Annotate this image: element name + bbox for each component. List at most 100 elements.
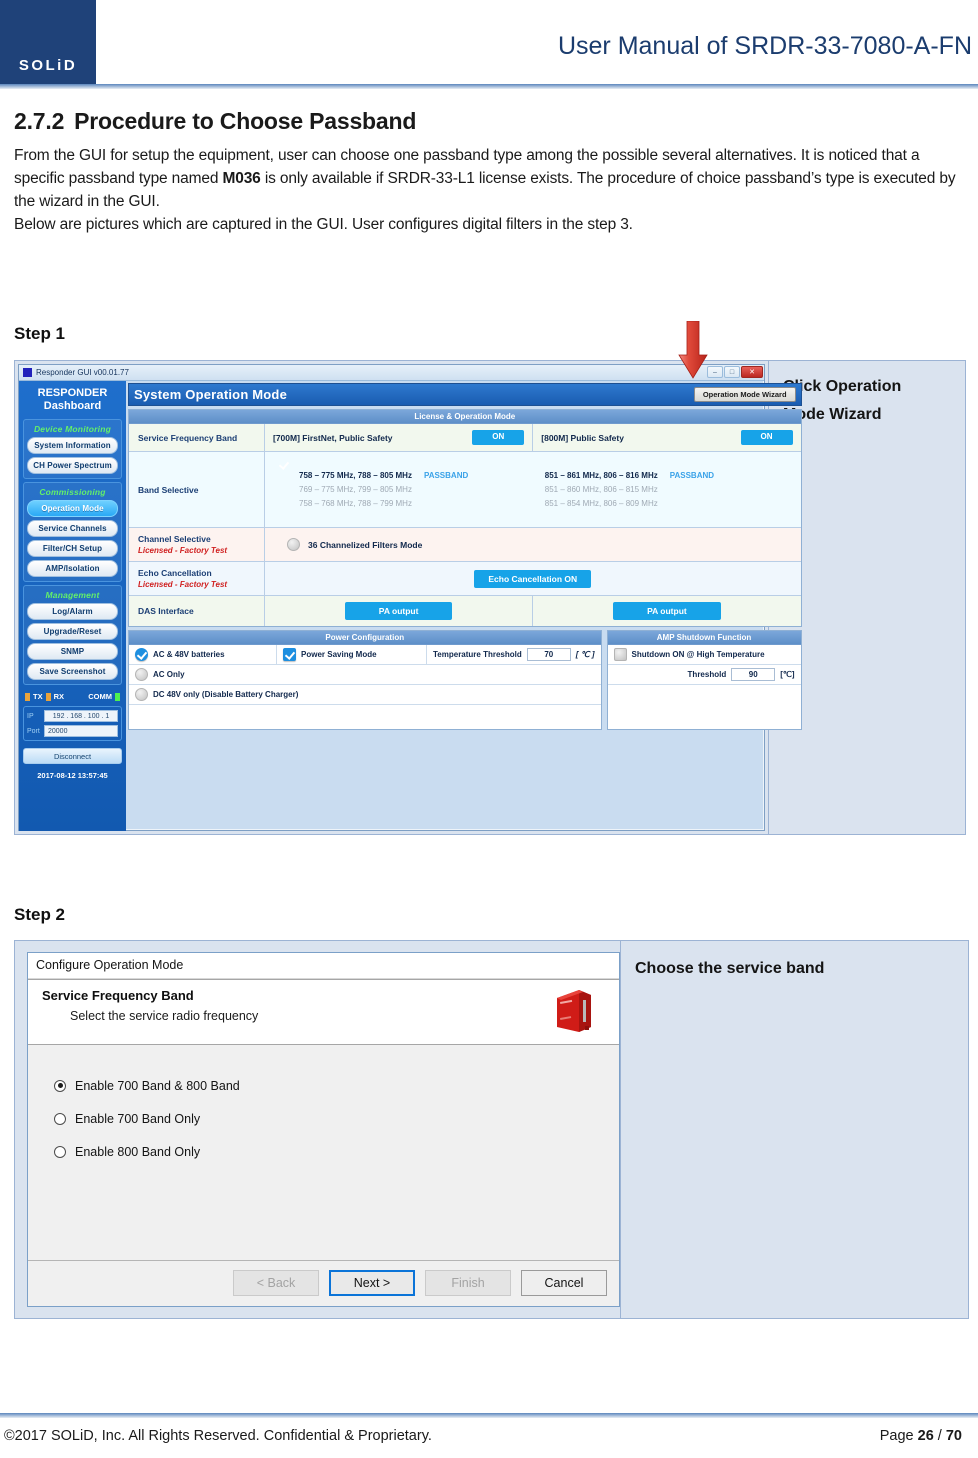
- disconnect-button[interactable]: Disconnect: [23, 748, 122, 765]
- band700-on-toggle[interactable]: ON: [472, 430, 525, 445]
- radio-unselected-icon[interactable]: [287, 538, 300, 551]
- step2-screenshot-cell: Configure Operation Mode Service Frequen…: [15, 941, 620, 1318]
- footer-content: ©2017 SOLiD, Inc. All Rights Reserved. C…: [0, 1418, 978, 1458]
- checkbox-icon[interactable]: [283, 648, 296, 661]
- frequency-800-row2[interactable]: 851 – 860 MHz, 806 – 815 MHz: [545, 485, 791, 494]
- sidebar-item-operation-mode[interactable]: Operation Mode: [27, 500, 118, 518]
- amp-panel-spacer: [608, 685, 801, 725]
- dc-48v-option[interactable]: DC 48V only (Disable Battery Charger): [129, 685, 304, 704]
- radio-option-700-only[interactable]: Enable 700 Band Only: [28, 1102, 619, 1135]
- section-title: Procedure to Choose Passband: [74, 108, 417, 134]
- freq-800-line3: 851 – 854 MHz, 806 – 809 MHz: [544, 499, 658, 508]
- amp-threshold-label: Threshold: [687, 670, 727, 679]
- sidebar-item-ch-power-spectrum[interactable]: CH Power Spectrum: [27, 457, 118, 475]
- frequency-800-row1[interactable]: 851 – 861 MHz, 806 – 816 MHz PASSBAND: [545, 471, 791, 480]
- cancel-button[interactable]: Cancel: [521, 1270, 607, 1296]
- sidebar-group-device-monitoring: Device Monitoring System Information CH …: [23, 419, 122, 480]
- rx-led-icon: [45, 692, 51, 701]
- echo-cancellation-button[interactable]: Echo Cancellation ON: [474, 569, 592, 588]
- sidebar-item-system-information[interactable]: System Information: [27, 437, 118, 455]
- minimize-icon[interactable]: –: [707, 366, 723, 378]
- radio-option-800-only[interactable]: Enable 800 Band Only: [28, 1135, 619, 1168]
- section-number: 2.7.2: [14, 108, 65, 134]
- power-saving-option[interactable]: Power Saving Mode: [277, 645, 427, 664]
- dialog-content-spacer: [28, 1168, 619, 1260]
- step2-caption-cell: Choose the service band: [620, 941, 968, 1318]
- dialog-banner-subtitle: Select the service radio frequency: [70, 1009, 259, 1023]
- section-heading: 2.7.2 Procedure to Choose Passband: [14, 108, 970, 135]
- operation-mode-wizard-button[interactable]: Operation Mode Wizard: [693, 387, 796, 402]
- step1-figure: Responder GUI v00.01.77 – □ ✕ RESPONDER …: [14, 360, 966, 835]
- table-row-echo-cancellation: Echo Cancellation Licensed - Factory Tes…: [129, 562, 801, 596]
- port-row: Port 20000: [27, 725, 118, 738]
- gui-sidebar: RESPONDER Dashboard Device Monitoring Sy…: [19, 381, 126, 831]
- check-icon[interactable]: [135, 648, 148, 661]
- freq-800-line2: 851 – 860 MHz, 806 – 815 MHz: [544, 485, 658, 494]
- port-input[interactable]: 20000: [44, 725, 118, 738]
- sidebar-item-filter-ch-setup[interactable]: Filter/CH Setup: [27, 540, 118, 558]
- comm-led-icon: [115, 692, 120, 701]
- page-header: SOLiD User Manual of SRDR-33-7080-A-FN: [0, 0, 978, 96]
- sidebar-group-commissioning: Commissioning Operation Mode Service Cha…: [23, 482, 122, 583]
- radio-unselected-icon[interactable]: [135, 688, 148, 701]
- radio-option-700-and-800[interactable]: Enable 700 Band & 800 Band: [28, 1069, 619, 1102]
- next-button[interactable]: Next >: [329, 1270, 415, 1296]
- freq-700-line1: 758 – 775 MHz, 788 – 805 MHz: [299, 471, 412, 480]
- power-configuration-header: Power Configuration: [129, 631, 601, 645]
- ip-input[interactable]: 192 . 168 . 100 . 1: [44, 710, 118, 723]
- back-button[interactable]: < Back: [233, 1270, 319, 1296]
- maximize-icon[interactable]: □: [724, 366, 740, 378]
- band800-cell: [800M] Public Safety ON: [533, 424, 800, 451]
- table-row-das-interface: DAS Interface PA output PA output: [129, 596, 801, 626]
- radio-unselected-icon[interactable]: [54, 1112, 66, 1125]
- dc-48v-label: DC 48V only (Disable Battery Charger): [153, 690, 299, 699]
- frequency-700-row2[interactable]: 769 – 775 MHz, 799 – 805 MHz: [275, 485, 545, 494]
- ac-48v-label: AC & 48V batteries: [153, 650, 225, 659]
- checkbox-unchecked-icon[interactable]: [613, 648, 627, 661]
- step2-label: Step 2: [14, 905, 66, 924]
- close-icon[interactable]: ✕: [741, 366, 763, 378]
- power-section: Power Configuration AC & 48V batteries P…: [128, 630, 802, 730]
- temperature-threshold-input[interactable]: 70: [526, 648, 571, 661]
- finish-button[interactable]: Finish: [425, 1270, 511, 1296]
- frequency-800-row3[interactable]: 851 – 854 MHz, 806 – 809 MHz: [545, 499, 791, 508]
- sidebar-item-upgrade-reset[interactable]: Upgrade/Reset: [27, 623, 118, 641]
- amp-threshold-input[interactable]: 90: [731, 668, 776, 681]
- solid-logo: SOLiD: [0, 0, 96, 84]
- radio-selected-icon[interactable]: [54, 1079, 66, 1092]
- sidebar-item-snmp[interactable]: SNMP: [27, 643, 118, 661]
- page-number: Page 26 / 70: [880, 1428, 962, 1444]
- das-pa-output-right-button[interactable]: PA output: [613, 602, 721, 620]
- channel-selective-sub: Licensed - Factory Test: [138, 546, 228, 555]
- step1-screenshot-cell: Responder GUI v00.01.77 – □ ✕ RESPONDER …: [15, 361, 802, 834]
- band800-on-toggle[interactable]: ON: [740, 430, 793, 445]
- red-arrow-annotation: [678, 321, 708, 379]
- radio-unselected-icon[interactable]: [135, 668, 148, 681]
- power-panel-spacer: [129, 705, 601, 729]
- ip-label: IP: [27, 712, 34, 720]
- ac-only-option[interactable]: AC Only: [129, 665, 191, 684]
- sidebar-group-head: Device Monitoring: [33, 424, 112, 435]
- ac-48v-option[interactable]: AC & 48V batteries: [129, 645, 277, 664]
- dialog-options-area: Enable 700 Band & 800 Band Enable 700 Ba…: [28, 1045, 619, 1260]
- das-pa-output-left-button[interactable]: PA output: [344, 602, 453, 620]
- echo-cancellation-sub: Licensed - Factory Test: [138, 580, 228, 589]
- sidebar-item-amp-isolation[interactable]: AMP/Isolation: [27, 560, 118, 578]
- radio-label-700-only: Enable 700 Band Only: [75, 1111, 201, 1126]
- sidebar-item-service-channels[interactable]: Service Channels: [27, 520, 118, 538]
- shutdown-high-temp-option[interactable]: Shutdown ON @ High Temperature: [608, 645, 771, 664]
- power-row-1: AC & 48V batteries Power Saving Mode Tem…: [129, 645, 601, 665]
- power-row-3: DC 48V only (Disable Battery Charger): [129, 685, 601, 705]
- sidebar-item-log-alarm[interactable]: Log/Alarm: [27, 603, 118, 621]
- radio-unselected-icon[interactable]: [54, 1145, 66, 1158]
- frequency-700-row3[interactable]: 758 – 768 MHz, 788 – 799 MHz: [275, 499, 545, 508]
- status-timestamp: 2017-08-12 13:57:45: [37, 771, 108, 781]
- channel-selective-cell: 36 Channelized Filters Mode: [265, 528, 801, 561]
- freq-700-line3: 758 – 768 MHz, 788 – 799 MHz: [299, 499, 412, 508]
- frequency-700-row1[interactable]: 758 – 775 MHz, 788 – 805 MHz PASSBAND: [275, 471, 545, 480]
- temperature-threshold-group: Temperature Threshold 70 [ ℃ ]: [427, 645, 601, 664]
- page-current: 26: [917, 1428, 934, 1444]
- sidebar-item-save-screenshot[interactable]: Save Screenshot: [27, 663, 118, 681]
- amp-row-2: Threshold 90 [℃]: [607, 665, 801, 685]
- row-label: Band Selective: [129, 452, 265, 527]
